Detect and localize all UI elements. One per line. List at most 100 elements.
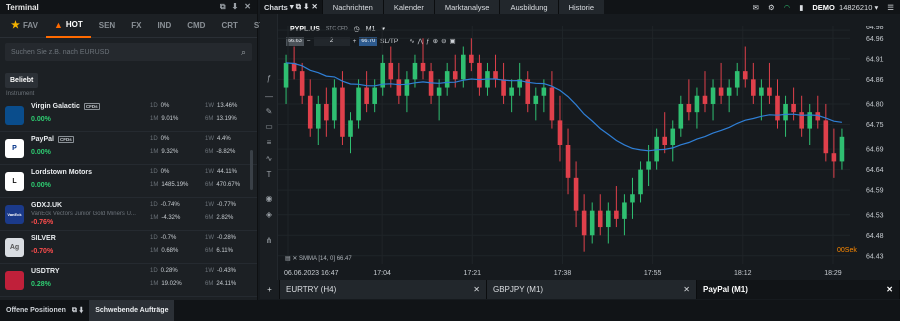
candle-body bbox=[533, 95, 539, 104]
tab-cmd[interactable]: CMD bbox=[179, 14, 213, 38]
y-tick-label: 64.43 bbox=[866, 253, 884, 260]
nav-calendar[interactable]: Kalender bbox=[382, 0, 434, 14]
share-icon[interactable]: ⋔ bbox=[264, 236, 274, 246]
performance-stat: 1M 9.32% bbox=[150, 149, 179, 155]
candle-body bbox=[315, 103, 321, 129]
list-item[interactable]: USDTRY 0.28% 1D 0.28% 1W -0.43% 1M 19.02% 6M 24.1… bbox=[0, 264, 257, 297]
nav-history[interactable]: Historie bbox=[557, 0, 605, 14]
performance-stat: 6M 2.82% bbox=[205, 215, 234, 221]
instrument-label: SILVER bbox=[31, 235, 56, 242]
tab-hot[interactable]: ▲ HOT bbox=[45, 14, 91, 38]
chart-tabs: + EURTRY (H4) ✕ GBPJPY (M1) ✕ PayPal (M1) ✕ bbox=[260, 280, 900, 299]
tab-ind[interactable]: IND bbox=[149, 14, 179, 38]
candle-body bbox=[469, 54, 474, 63]
rectangle-icon[interactable]: ▭ bbox=[264, 122, 274, 132]
tab-pending-orders[interactable]: Schwebende Aufträge bbox=[89, 300, 175, 321]
close-icon[interactable]: ✕ bbox=[886, 285, 893, 294]
search-input[interactable]: Suchen Sie z.B. nach EURUSD ⌕ bbox=[5, 43, 252, 61]
add-chart-button[interactable]: + bbox=[260, 280, 280, 299]
detach-icon[interactable]: ⧉ ⬇ bbox=[72, 307, 83, 315]
close-icon[interactable]: ✕ bbox=[473, 285, 480, 294]
candle-body bbox=[364, 87, 369, 104]
mail-icon[interactable]: ✉ bbox=[753, 3, 759, 12]
text-icon[interactable]: T bbox=[264, 170, 274, 180]
line-tool-icon[interactable]: — bbox=[264, 92, 274, 102]
chart-tab-gbpjpy[interactable]: GBPJPY (M1) ✕ bbox=[487, 280, 697, 299]
x-tick-label: 17:21 bbox=[464, 270, 482, 277]
price-chart[interactable]: 06.06.2023 16:47 17:04 17:21 17:38 17:55 18:1… bbox=[278, 26, 900, 280]
daily-change: 0.00% bbox=[31, 116, 51, 123]
daily-change: 0.00% bbox=[31, 182, 51, 189]
wifi-icon: ◠ bbox=[783, 2, 791, 12]
performance-stat: 1W 44.11% bbox=[205, 169, 237, 175]
candle-body bbox=[839, 136, 845, 162]
candle-body bbox=[372, 87, 377, 104]
nav-market-analysis[interactable]: Marktanalyse bbox=[433, 0, 500, 14]
candle-body bbox=[694, 95, 700, 113]
fibonacci-icon[interactable]: ≡ bbox=[264, 138, 274, 148]
x-tick-label: 17:55 bbox=[644, 270, 662, 277]
list-item[interactable]: Virgin Galactic CFDs 0.00% 1D 0% 1W 13.46% 1M 9.… bbox=[0, 99, 257, 132]
charts-menu[interactable]: Charts ▾ ⧉ ⬇ ✕ bbox=[260, 0, 322, 14]
candle-body bbox=[356, 87, 361, 121]
tab-fx[interactable]: FX bbox=[123, 14, 149, 38]
flame-icon: ▲ bbox=[53, 19, 63, 30]
list-item[interactable]: VanEck GDXJ.UK VanEck Vectors Junior Gold … bbox=[0, 198, 257, 231]
close-icon[interactable]: ✕ bbox=[683, 285, 690, 294]
candle-body bbox=[477, 62, 482, 88]
candle-body bbox=[710, 87, 716, 104]
nav-education[interactable]: Ausbildung bbox=[499, 0, 558, 14]
tab-sen[interactable]: SEN bbox=[91, 14, 123, 38]
performance-stat: 1D 0% bbox=[150, 103, 170, 109]
instrument-logo: P bbox=[5, 139, 24, 158]
instrument-name: USDTRY bbox=[31, 268, 60, 275]
instrument-label: Lordstown Motors bbox=[31, 169, 93, 176]
market-tabs: ★FAV ▲HOT SEN FX IND CMD CRT STC bbox=[0, 14, 270, 38]
candle-body bbox=[412, 62, 418, 80]
tab-crt[interactable]: CRT bbox=[213, 14, 245, 38]
layers-icon[interactable]: ◈ bbox=[264, 210, 274, 220]
detach-icon[interactable]: ⧉ bbox=[220, 2, 226, 12]
search-placeholder: Suchen Sie z.B. nach EURUSD bbox=[11, 48, 110, 56]
candle-body bbox=[670, 128, 676, 145]
candle-body bbox=[831, 153, 837, 162]
minimize-icon[interactable]: ⬇ bbox=[232, 2, 239, 12]
wave-icon[interactable]: ∿ bbox=[264, 154, 274, 164]
performance-stat: 1M -4.32% bbox=[150, 215, 181, 221]
y-tick-label: 64.80 bbox=[866, 101, 884, 108]
pencil-icon[interactable]: ✎ bbox=[264, 107, 274, 117]
performance-stat: 6M 6.11% bbox=[205, 248, 233, 254]
candle-body bbox=[702, 95, 708, 104]
instrument-logo bbox=[5, 106, 24, 125]
performance-stat: 1D 0% bbox=[150, 136, 170, 142]
eye-icon[interactable]: ◉ bbox=[264, 194, 274, 204]
settings-icon[interactable]: ⚙ bbox=[768, 3, 775, 12]
filter-chips: Beliebt bbox=[0, 61, 257, 91]
candle-body bbox=[646, 161, 651, 170]
account-area: ✉ ⚙ ◠ ▮ DEMO 14826210 ▾ ☰ bbox=[753, 3, 900, 12]
candle-body bbox=[742, 71, 748, 80]
daily-change: -0.70% bbox=[31, 248, 54, 255]
tab-fav[interactable]: ★ FAV bbox=[3, 14, 46, 38]
list-item[interactable]: L Lordstown Motors 0.00% 1D 0% 1W 44.11% 1M 1485… bbox=[0, 165, 257, 198]
chart-tab-eurtry[interactable]: EURTRY (H4) ✕ bbox=[280, 280, 487, 299]
candle-body bbox=[549, 87, 555, 121]
performance-stat: 1W -0.28% bbox=[205, 235, 237, 241]
menu-icon[interactable]: ☰ bbox=[887, 3, 894, 12]
account-selector[interactable]: DEMO 14826210 ▾ bbox=[812, 3, 878, 12]
list-scrollbar[interactable] bbox=[250, 150, 253, 190]
nav-news[interactable]: Nachrichten bbox=[321, 0, 383, 14]
chart-tab-paypal[interactable]: PayPal (M1) ✕ bbox=[697, 280, 900, 299]
list-item[interactable]: Ag SILVER -0.70% 1D -0.7% 1W -0.28% 1M 0.68% 6M 6.… bbox=[0, 231, 257, 264]
moving-average-line bbox=[286, 62, 842, 152]
candle-body bbox=[340, 87, 345, 137]
list-item[interactable]: P PayPal CFDs 0.00% 1D 0% 1W 4.4% 1M 9.32% 6M -8.82… bbox=[0, 132, 257, 165]
instrument-name: GDXJ.UK bbox=[31, 202, 62, 209]
close-icon[interactable]: ✕ bbox=[244, 2, 251, 12]
tab-open-positions[interactable]: Offene Positionen ⧉ ⬇ bbox=[0, 300, 89, 321]
candle-body bbox=[662, 136, 668, 145]
function-icon[interactable]: ƒ bbox=[264, 74, 274, 84]
instrument-name: Lordstown Motors bbox=[31, 169, 92, 176]
chip-popular[interactable]: Beliebt bbox=[5, 73, 39, 88]
candle-body bbox=[678, 103, 684, 129]
